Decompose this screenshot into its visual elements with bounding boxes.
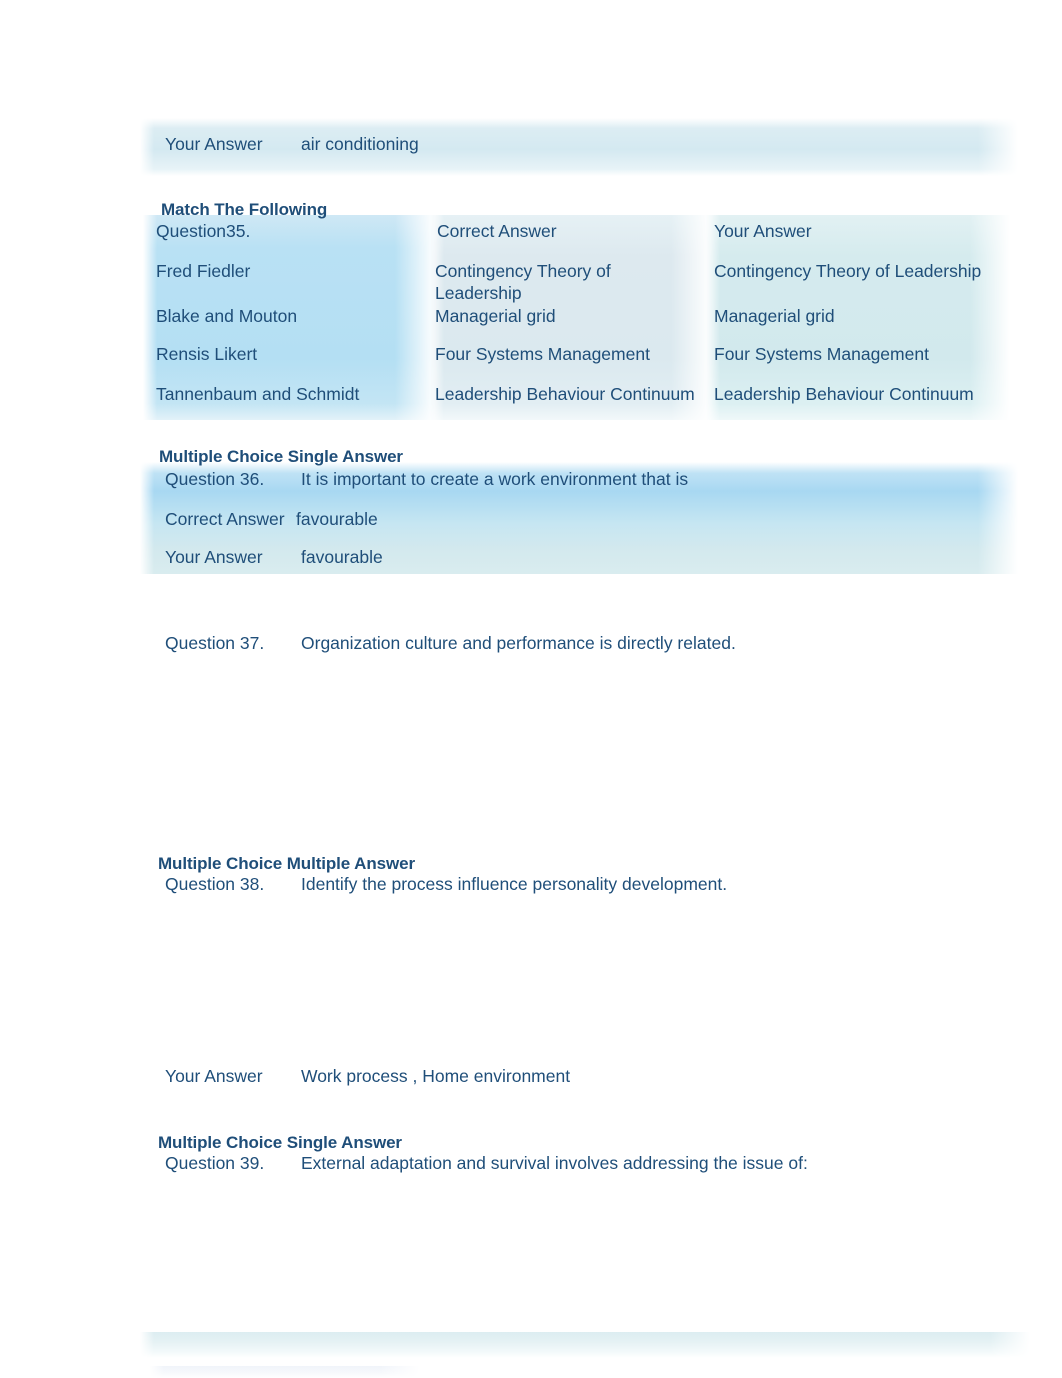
match-row-item: Fred Fiedler (156, 261, 251, 281)
match-correct-answer-header: Correct Answer (437, 221, 557, 241)
match-row-item: Blake and Mouton (156, 306, 298, 326)
question-36-correct-answer-label: Correct Answer (165, 509, 285, 529)
match-section-heading: Match The Following (161, 200, 328, 219)
match-your-answer-header: Your Answer (714, 221, 812, 241)
match-row-item: Rensis Likert (156, 344, 258, 364)
question-38-section-heading: Multiple Choice Multiple Answer (158, 854, 415, 873)
question-36-number: Question 36. (165, 469, 265, 489)
match-row-correct-answer: Managerial grid (435, 306, 556, 326)
match-row-your-answer: Leadership Behaviour Continuum (714, 384, 974, 404)
question-39-text: External adaptation and survival involve… (301, 1153, 808, 1173)
question-38-your-answer-value: Work process , Home environment (301, 1066, 571, 1086)
match-question-label: Question35. (156, 221, 251, 241)
question-36-your-answer-label: Your Answer (165, 547, 263, 567)
match-row-correct-answer: Contingency Theory of Leadership (435, 261, 611, 303)
highlight-band-top-answer (140, 118, 1018, 176)
match-row-your-answer: Managerial grid (714, 306, 835, 326)
question-39-section-heading: Multiple Choice Single Answer (158, 1133, 402, 1152)
top-your-answer-label: Your Answer (165, 134, 263, 154)
match-row-your-answer: Contingency Theory of Leadership (714, 261, 982, 281)
match-row-correct-answer: Leadership Behaviour Continuum (435, 384, 695, 404)
question-37-number: Question 37. (165, 633, 265, 653)
question-36-correct-answer-value: favourable (296, 509, 378, 529)
question-38-number: Question 38. (165, 874, 265, 894)
highlight-band-footer-upper (140, 1332, 1030, 1358)
question-36-text: It is important to create a work environ… (301, 469, 689, 489)
question-38-your-answer-label: Your Answer (165, 1066, 263, 1086)
match-row-correct-answer: Four Systems Management (435, 344, 650, 364)
highlight-band-footer-lower (150, 1366, 420, 1378)
question-39-number: Question 39. (165, 1153, 265, 1173)
question-36-your-answer-value: favourable (301, 547, 383, 567)
question-37-text: Organization culture and performance is … (301, 633, 736, 653)
question-36-section-heading: Multiple Choice Single Answer (159, 447, 403, 466)
question-38-text: Identify the process influence personali… (301, 874, 728, 894)
exam-result-page: Your Answer air conditioning Match The F… (0, 0, 1062, 1378)
match-row-your-answer: Four Systems Management (714, 344, 929, 364)
top-your-answer-value: air conditioning (301, 134, 419, 154)
match-row-item: Tannenbaum and Schmidt (156, 384, 360, 404)
